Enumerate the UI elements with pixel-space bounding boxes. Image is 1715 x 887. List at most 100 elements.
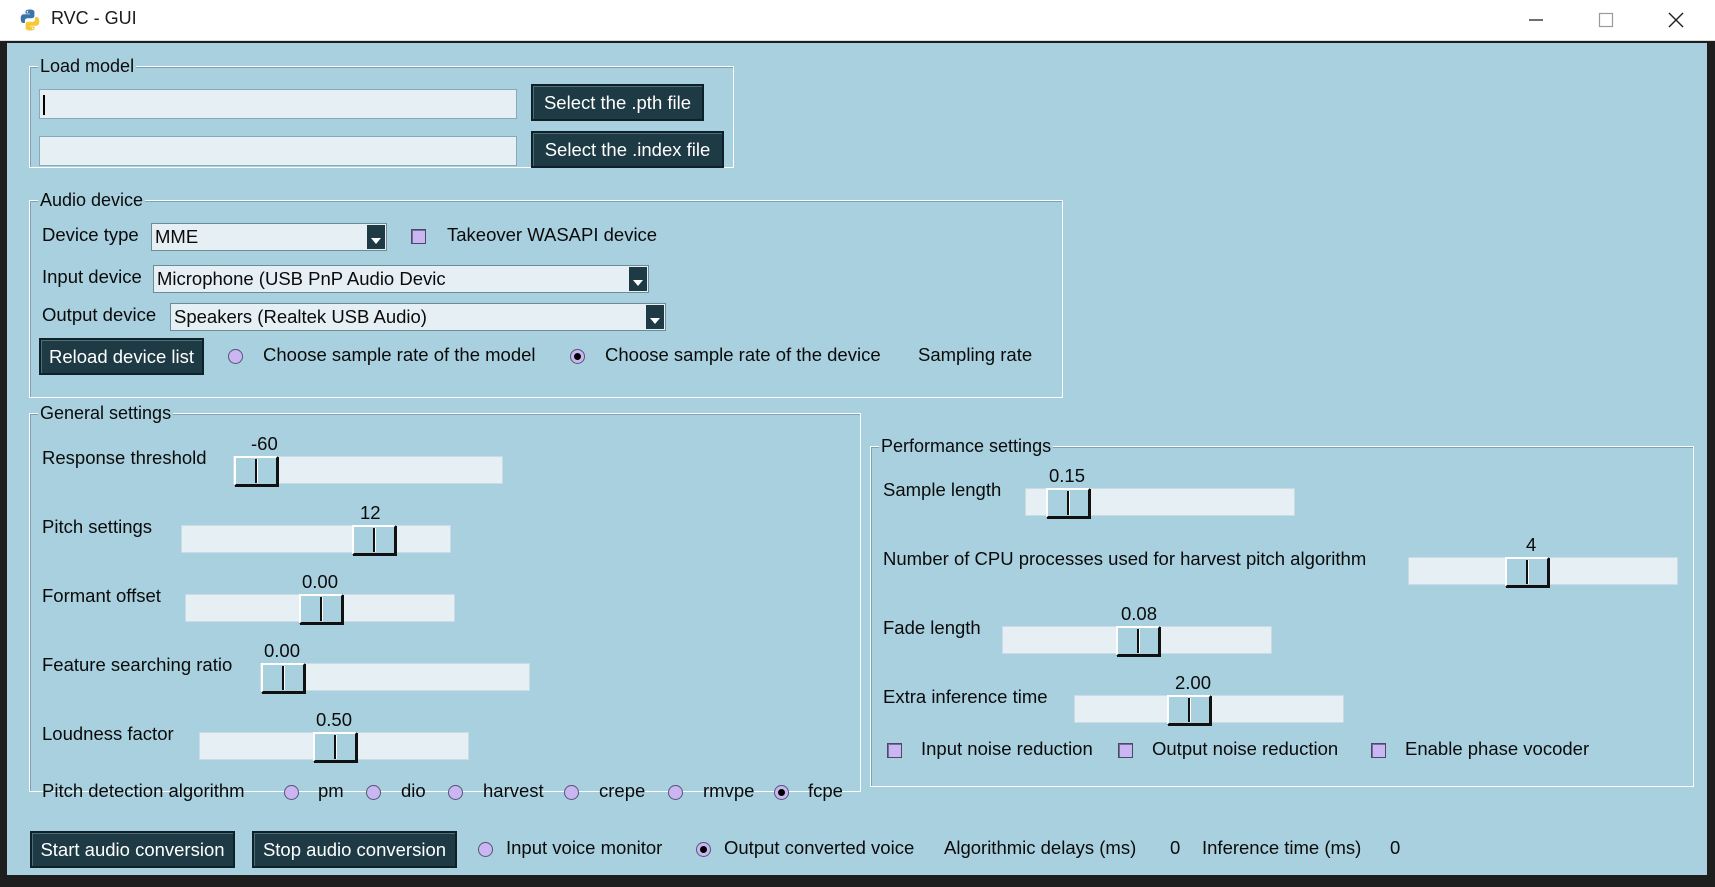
feature-ratio-value: 0.00 — [264, 640, 301, 661]
input-monitor-label: Input voice monitor — [506, 837, 663, 858]
audio-device-legend: Audio device — [38, 189, 146, 211]
slider-thumb[interactable] — [1505, 557, 1549, 587]
fade-length-value: 0.08 — [1121, 603, 1158, 624]
close-button[interactable] — [1641, 0, 1711, 40]
minimize-button[interactable] — [1501, 0, 1571, 40]
input-device-select[interactable]: Microphone (USB PnP Audio Devic — [153, 265, 649, 293]
maximize-button[interactable] — [1571, 0, 1641, 40]
pitch-algo-pm-radio[interactable] — [284, 785, 299, 800]
output-noise-checkbox[interactable] — [1118, 743, 1133, 758]
cpu-processes-label: Number of CPU processes used for harvest… — [883, 548, 1367, 569]
takeover-wasapi-checkbox[interactable] — [411, 229, 426, 244]
pitch-algo-harvest-radio[interactable] — [448, 785, 463, 800]
pitch-settings-value: 12 — [360, 502, 381, 523]
response-threshold-slider[interactable] — [233, 456, 503, 486]
index-path-input[interactable] — [39, 136, 517, 166]
slider-thumb[interactable] — [299, 594, 343, 624]
chevron-down-icon — [646, 305, 664, 329]
pitch-algo-dio-radio[interactable] — [366, 785, 381, 800]
minimize-icon — [1529, 19, 1543, 21]
formant-offset-value: 0.00 — [302, 571, 339, 592]
chevron-down-icon — [629, 267, 647, 291]
phase-vocoder-checkbox[interactable] — [1371, 743, 1386, 758]
window-title: RVC - GUI — [51, 8, 137, 28]
formant-offset-slider[interactable] — [185, 594, 455, 624]
input-monitor-radio[interactable] — [478, 842, 493, 857]
client-area: Load model Select the .pth file Select t… — [7, 43, 1707, 875]
select-index-button[interactable]: Select the .index file — [531, 131, 724, 168]
output-noise-label: Output noise reduction — [1152, 738, 1339, 759]
output-converted-radio[interactable] — [696, 842, 711, 857]
pitch-algo-fcpe-radio[interactable] — [774, 785, 789, 800]
phase-vocoder-label: Enable phase vocoder — [1405, 738, 1590, 759]
general-settings-group: General settings Response threshold -60 … — [29, 402, 861, 801]
pitch-algo-fcpe-label: fcpe — [808, 780, 843, 801]
sample-length-label: Sample length — [883, 479, 1002, 500]
load-model-group: Load model Select the .pth file Select t… — [29, 55, 734, 168]
slider-thumb[interactable] — [234, 456, 278, 486]
input-device-value: Microphone (USB PnP Audio Devic — [157, 268, 446, 289]
output-device-value: Speakers (Realtek USB Audio) — [174, 306, 427, 327]
delay-value: 0 — [1170, 837, 1181, 858]
pitch-algo-label: Pitch detection algorithm — [42, 780, 245, 801]
output-converted-label: Output converted voice — [724, 837, 915, 858]
response-threshold-label: Response threshold — [42, 447, 207, 468]
chevron-down-icon — [367, 225, 385, 249]
slider-thumb[interactable] — [1116, 626, 1160, 656]
stop-conversion-button[interactable]: Stop audio conversion — [252, 831, 457, 868]
select-pth-button[interactable]: Select the .pth file — [531, 84, 704, 121]
output-device-label: Output device — [42, 304, 157, 325]
general-settings-legend: General settings — [38, 402, 174, 424]
load-model-legend: Load model — [38, 55, 137, 77]
pitch-algo-harvest-label: harvest — [483, 780, 544, 801]
sr-model-radio[interactable] — [228, 349, 243, 364]
extra-inference-value: 2.00 — [1175, 672, 1212, 693]
pitch-algo-crepe-radio[interactable] — [564, 785, 579, 800]
slider-thumb[interactable] — [261, 663, 305, 693]
slider-thumb[interactable] — [1167, 695, 1211, 725]
pitch-algo-rmvpe-label: rmvpe — [703, 780, 755, 801]
sr-model-label: Choose sample rate of the model — [263, 344, 536, 365]
input-device-label: Input device — [42, 266, 142, 287]
feature-ratio-slider[interactable] — [260, 663, 530, 693]
device-type-value: MME — [155, 226, 199, 247]
fade-length-label: Fade length — [883, 617, 981, 638]
text-cursor — [43, 95, 45, 115]
slider-thumb[interactable] — [313, 732, 357, 762]
extra-inference-label: Extra inference time — [883, 686, 1048, 707]
delay-label: Algorithmic delays (ms) — [944, 837, 1137, 858]
fade-length-slider[interactable] — [1002, 626, 1272, 656]
start-conversion-button[interactable]: Start audio conversion — [30, 831, 235, 868]
title-bar: RVC - GUI — [0, 0, 1715, 41]
slider-thumb[interactable] — [352, 525, 396, 555]
sample-length-slider[interactable] — [1025, 488, 1295, 518]
device-type-label: Device type — [42, 224, 139, 245]
feature-ratio-label: Feature searching ratio — [42, 654, 233, 675]
takeover-wasapi-label: Takeover WASAPI device — [447, 224, 658, 245]
maximize-icon — [1598, 12, 1614, 28]
inference-time-value: 0 — [1390, 837, 1401, 858]
loudness-factor-slider[interactable] — [199, 732, 469, 762]
pitch-algo-crepe-label: crepe — [599, 780, 646, 801]
response-threshold-value: -60 — [251, 433, 278, 454]
sr-device-label: Choose sample rate of the device — [605, 344, 881, 365]
pitch-algo-pm-label: pm — [318, 780, 344, 801]
pitch-algo-rmvpe-radio[interactable] — [668, 785, 683, 800]
cpu-processes-value: 4 — [1526, 534, 1537, 555]
pth-path-input[interactable] — [39, 89, 517, 119]
reload-device-list-button[interactable]: Reload device list — [39, 338, 204, 375]
extra-inference-slider[interactable] — [1074, 695, 1344, 725]
sr-device-radio[interactable] — [570, 349, 585, 364]
cpu-processes-slider[interactable] — [1408, 557, 1678, 587]
slider-thumb[interactable] — [1046, 488, 1090, 518]
input-noise-label: Input noise reduction — [921, 738, 1093, 759]
formant-offset-label: Formant offset — [42, 585, 161, 606]
pitch-settings-slider[interactable] — [181, 525, 451, 555]
loudness-factor-label: Loudness factor — [42, 723, 174, 744]
performance-settings-group: Performance settings Sample length 0.15 … — [870, 435, 1694, 787]
output-device-select[interactable]: Speakers (Realtek USB Audio) — [170, 303, 666, 331]
input-noise-checkbox[interactable] — [887, 743, 902, 758]
device-type-select[interactable]: MME — [151, 223, 387, 251]
sample-length-value: 0.15 — [1049, 465, 1086, 486]
pitch-algo-dio-label: dio — [401, 780, 426, 801]
